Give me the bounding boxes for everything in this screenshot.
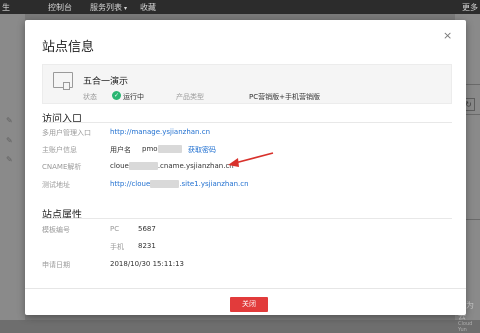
- edit-icon: ✎: [6, 136, 13, 145]
- mobile-label: 手机: [110, 243, 124, 251]
- nav-left-text: 生: [2, 3, 10, 12]
- pc-template-value: 5687: [138, 225, 156, 233]
- nav-item-more[interactable]: 更多: [462, 2, 478, 13]
- edit-icon: ✎: [6, 116, 13, 125]
- mobile-template-value: 8231: [138, 242, 156, 250]
- arrow-head: [228, 158, 239, 167]
- top-nav-bar: 生 控制台 服务列表 ▾ 收藏 更多: [0, 0, 480, 14]
- apply-date-value: 2018/10/30 15:11:13: [110, 260, 185, 268]
- site-info-modal: 站点信息 × 五合一演示 状态 ✓ 运行中 产品类型 PC营销版+手机营销版 访…: [25, 20, 466, 315]
- annotation-arrow-icon: [228, 152, 274, 167]
- pc-label: PC: [110, 225, 120, 233]
- background-left-panel: ✎ ✎ ✎: [0, 14, 25, 320]
- watermark-sub: Cloud Yun: [458, 321, 473, 333]
- divider: [42, 218, 452, 219]
- chevron-down-icon: ▾: [124, 5, 128, 12]
- nav-item-services[interactable]: 服务列表 ▾: [90, 2, 127, 13]
- edit-icon: ✎: [6, 155, 13, 164]
- nav-item-services-label: 服务列表: [90, 3, 122, 12]
- arrow-shaft: [234, 152, 274, 164]
- template-number-label: 模板编号: [42, 226, 70, 234]
- close-button[interactable]: 关闭: [230, 297, 268, 312]
- nav-item-favorites[interactable]: 收藏: [140, 2, 156, 13]
- nav-item-console[interactable]: 控制台: [48, 2, 72, 13]
- apply-date-label: 申请日期: [42, 261, 70, 269]
- footer-divider: [25, 288, 466, 289]
